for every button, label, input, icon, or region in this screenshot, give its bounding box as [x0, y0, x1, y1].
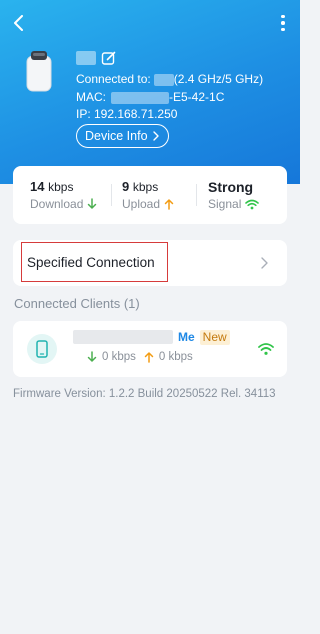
new-badge: New	[199, 329, 230, 345]
deco-device-image	[26, 51, 52, 92]
wifi-icon	[258, 343, 274, 355]
mac-line: MAC: -E5-42-1C	[76, 90, 225, 104]
device-info-button[interactable]: Device Info	[76, 124, 169, 148]
client-name-redacted	[73, 330, 173, 344]
specified-connection-row[interactable]: Specified Connection	[13, 240, 287, 286]
traffic-stats-card: 14 kbps Download 9 kbps Upload Strong Si…	[13, 166, 287, 224]
client-speed: 0 kbps 0 kbps	[87, 351, 193, 363]
client-avatar	[27, 334, 57, 364]
signal-stat: Strong Signal	[208, 179, 260, 211]
edit-icon[interactable]	[101, 50, 117, 66]
upload-stat: 9 kbps Upload	[122, 179, 174, 211]
download-stat: 14 kbps Download	[30, 179, 97, 211]
more-options-button[interactable]	[274, 12, 292, 34]
arrow-up-icon	[144, 352, 154, 363]
ip-line: IP: 192.168.71.250	[76, 107, 178, 121]
wifi-icon	[245, 199, 260, 209]
arrow-down-icon	[88, 198, 97, 209]
phone-icon	[36, 340, 48, 358]
device-name-row	[76, 49, 117, 67]
arrow-up-icon	[164, 199, 174, 210]
me-tag: Me	[178, 330, 195, 344]
chevron-left-icon	[14, 15, 23, 31]
chevron-right-icon	[152, 131, 159, 141]
device-name-redacted	[76, 51, 96, 65]
client-list-item[interactable]: Me New 0 kbps 0 kbps	[13, 321, 287, 377]
client-name-row: Me New	[73, 329, 230, 345]
firmware-version: Firmware Version: 1.2.2 Build 20250522 R…	[13, 388, 276, 400]
chevron-right-icon	[261, 257, 268, 269]
device-header: Connected to: (2.4 GHz/5 GHz) MAC: -E5-4…	[0, 0, 300, 184]
connected-clients-title: Connected Clients (1)	[14, 296, 140, 311]
back-button[interactable]	[8, 12, 30, 34]
connected-to-line: Connected to: (2.4 GHz/5 GHz)	[76, 72, 264, 86]
more-vertical-icon	[281, 14, 285, 19]
arrow-down-icon	[87, 351, 97, 362]
